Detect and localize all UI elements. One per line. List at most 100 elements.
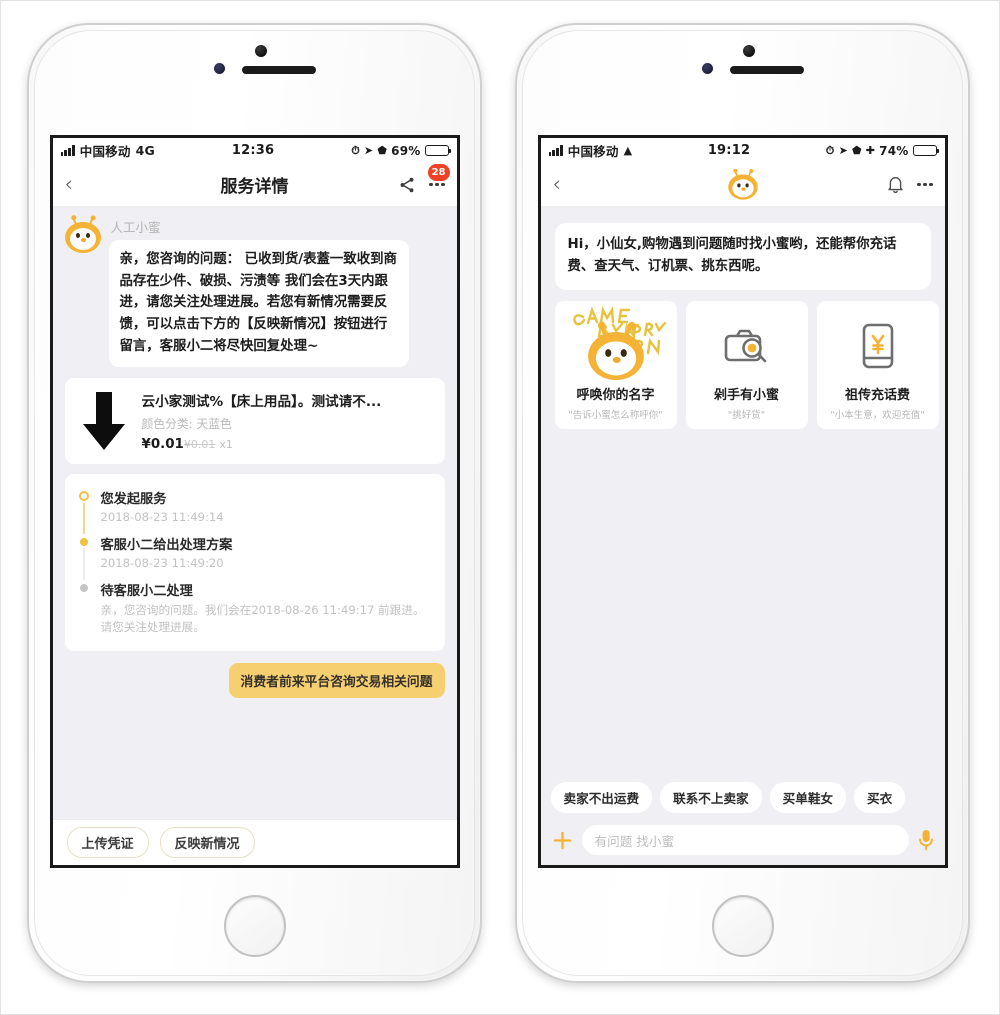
feature-card-name[interactable]: 呼唤你的名字 "告诉小蜜怎么称呼你" <box>554 300 677 429</box>
status-time: 19:12 <box>707 143 751 158</box>
chip[interactable]: 买衣 <box>854 782 906 813</box>
timeline-connector <box>83 547 85 580</box>
agent-message-bubble: 亲，您咨询的问题： 已收到货/表蓋一致收到商品存在少件、破损、污渍等 我们会在3… <box>108 240 409 367</box>
system-message-bubble: 消费者前来平台咨询交易相关问题 <box>228 663 445 699</box>
product-sku: 颜色分类: 天蓝色 <box>141 416 232 431</box>
feature-title: 祖传充话费 <box>844 387 910 403</box>
right-nav-bar: ‹ <box>540 163 945 207</box>
signal-bars-icon <box>548 145 563 156</box>
timeline-item: 客服小二给出处理方案 2018-08-23 11:49:20 <box>79 534 431 580</box>
left-status-bar: 中国移动 4G 12:36 ⏱ ➤ ⬟ 69% <box>52 138 457 163</box>
timeline-rail <box>79 580 90 638</box>
home-button[interactable] <box>711 895 774 957</box>
screenshot-root: 中国移动 4G 12:36 ⏱ ➤ ⬟ 69% ‹ 服务详情 28 人工小蜜 亲… <box>0 0 1000 1015</box>
search-input[interactable]: 有问题 找小蜜 <box>581 825 909 855</box>
feature-card-recharge[interactable]: 祖传充话费 "小本生意，欢迎充值" <box>816 300 939 429</box>
status-left-group: 中国移动 ▲ <box>548 141 633 160</box>
phone-recharge-icon <box>862 323 893 369</box>
nav-logo <box>541 167 945 203</box>
feature-card-carousel[interactable]: 呼唤你的名字 "告诉小蜜怎么称呼你" 剁手有小蜜 "挑好货" 祖传充话费 "小本… <box>553 300 939 429</box>
nav-right-actions <box>887 175 933 194</box>
signal-bars-icon <box>60 145 75 156</box>
location-arrow-icon: ➤ <box>363 144 374 157</box>
proximity-sensor-icon <box>213 63 225 74</box>
bee-mascot-icon <box>587 324 644 381</box>
alarm-icon: ⏱ <box>351 144 360 157</box>
share-icon[interactable] <box>398 176 416 194</box>
upload-proof-button[interactable]: 上传凭证 <box>66 827 149 858</box>
feature-title: 呼唤你的名字 <box>576 387 655 403</box>
bee-mascot-icon <box>64 217 101 253</box>
shield-icon: ⬟ <box>851 144 862 157</box>
quick-reply-chips: 卖家不出运费 联系不上卖家 买单鞋女 买衣 <box>540 774 945 821</box>
product-price: ¥0.01 <box>141 436 184 452</box>
plus-icon[interactable] <box>552 830 573 851</box>
carrier-label: 中国移动 <box>79 144 131 159</box>
timeline-title: 待客服小二处理 <box>100 583 193 599</box>
timeline-rail <box>79 488 90 534</box>
chip[interactable]: 买单鞋女 <box>769 782 846 813</box>
front-camera-icon <box>742 45 755 57</box>
greeting-bubble: Hi，小仙女,购物遇到问题随时找小蜜哟，还能帮你充话费、查天气、订机票、挑东西呢… <box>554 223 931 290</box>
feature-subtitle: "告诉小蜜怎么称呼你" <box>568 409 663 421</box>
product-card[interactable]: 云小家测试%【床上用品】。测试请不... 颜色分类: 天蓝色 ¥0.01¥0.0… <box>64 377 445 464</box>
battery-percent-label: 74% <box>879 143 909 158</box>
status-right-group: ⏱ ➤ ⬟ 69% <box>351 143 451 158</box>
more-dots-icon[interactable] <box>917 182 933 187</box>
service-timeline: 您发起服务 2018-08-23 11:49:14 客服小二给出处理方案 201… <box>64 473 445 652</box>
front-camera-icon <box>254 45 267 57</box>
timeline-item: 待客服小二处理 亲，您咨询的问题。我们会在2018-08-26 11:49:17… <box>79 580 431 638</box>
battery-icon <box>424 145 451 156</box>
bell-icon[interactable] <box>887 175 904 194</box>
wifi-icon: ▲ <box>623 144 633 157</box>
product-title: 云小家测试%【床上用品】。测试请不... <box>141 393 382 410</box>
timeline-title: 您发起服务 <box>100 491 167 507</box>
home-button[interactable] <box>223 895 286 957</box>
chip[interactable]: 联系不上卖家 <box>660 782 762 813</box>
feature-subtitle: "小本生意，欢迎充值" <box>830 409 925 421</box>
product-quantity: x1 <box>219 437 233 451</box>
bluetooth-icon: ✚ <box>865 144 876 157</box>
right-phone-screen: 中国移动 ▲ 19:12 ⏱ ➤ ⬟ ✚ 74% ‹ Hi，小仙女,购物遇到问题… <box>537 135 948 868</box>
timeline-dot-pending-icon <box>80 583 88 592</box>
back-button[interactable]: ‹ <box>65 174 91 195</box>
battery-percent-label: 69% <box>391 143 421 158</box>
back-button[interactable]: ‹ <box>553 174 579 195</box>
left-action-bar: 上传凭证 反映新情况 <box>52 819 457 865</box>
microphone-icon[interactable] <box>918 829 934 851</box>
chip[interactable]: 卖家不出运费 <box>550 782 653 813</box>
message-input-bar: 有问题 找小蜜 <box>540 821 945 865</box>
product-price-row: ¥0.01¥0.01 x1 <box>142 437 432 452</box>
agent-name-label: 人工小蜜 <box>110 220 161 235</box>
timeline-description: 亲，您咨询的问题。我们会在2018-08-26 11:49:17 前跟进。请您关… <box>100 602 425 635</box>
proximity-sensor-icon <box>701 63 713 74</box>
agent-message-row: 人工小蜜 亲，您咨询的问题： 已收到货/表蓋一致收到商品存在少件、破损、污渍等 … <box>64 217 445 367</box>
location-arrow-icon: ➤ <box>838 144 848 157</box>
left-nav-bar: ‹ 服务详情 28 <box>52 162 457 207</box>
shield-icon: ⬟ <box>377 144 388 157</box>
left-phone-device: 中国移动 4G 12:36 ⏱ ➤ ⬟ 69% ‹ 服务详情 28 人工小蜜 亲… <box>27 23 482 983</box>
feature-subtitle: "挑好货" <box>727 409 766 421</box>
system-message-row: 消费者前来平台咨询交易相关问题 <box>65 663 445 699</box>
feature-card-shopping[interactable]: 剁手有小蜜 "挑好货" <box>685 300 808 429</box>
camera-icon <box>724 329 766 363</box>
alarm-icon: ⏱ <box>825 144 835 157</box>
timeline-dot-active-icon <box>79 490 89 501</box>
feature-icon <box>555 309 677 384</box>
right-phone-device: 中国移动 ▲ 19:12 ⏱ ➤ ⬟ ✚ 74% ‹ Hi，小仙女,购物遇到问题… <box>515 23 970 983</box>
timeline-title: 客服小二给出处理方案 <box>100 537 233 553</box>
report-new-situation-button[interactable]: 反映新情况 <box>159 827 255 858</box>
product-original-price: ¥0.01 <box>183 437 216 451</box>
status-right-group: ⏱ ➤ ⬟ ✚ 74% <box>825 143 939 158</box>
carrier-label: 中国移动 <box>567 144 619 159</box>
bee-mascot-icon <box>727 170 758 200</box>
timeline-item: 您发起服务 2018-08-23 11:49:14 <box>79 488 431 534</box>
feature-title: 剁手有小蜜 <box>713 387 779 403</box>
more-dots-icon[interactable] <box>429 182 445 187</box>
nav-right-actions: 28 <box>398 162 451 194</box>
right-status-bar: 中国移动 ▲ 19:12 ⏱ ➤ ⬟ ✚ 74% <box>540 138 945 163</box>
network-label: 4G <box>135 143 155 158</box>
battery-icon <box>912 145 939 156</box>
right-chat-body: Hi，小仙女,购物遇到问题随时找小蜜哟，还能帮你充话费、查天气、订机票、挑东西呢… <box>540 207 945 774</box>
feature-icon <box>817 309 939 384</box>
